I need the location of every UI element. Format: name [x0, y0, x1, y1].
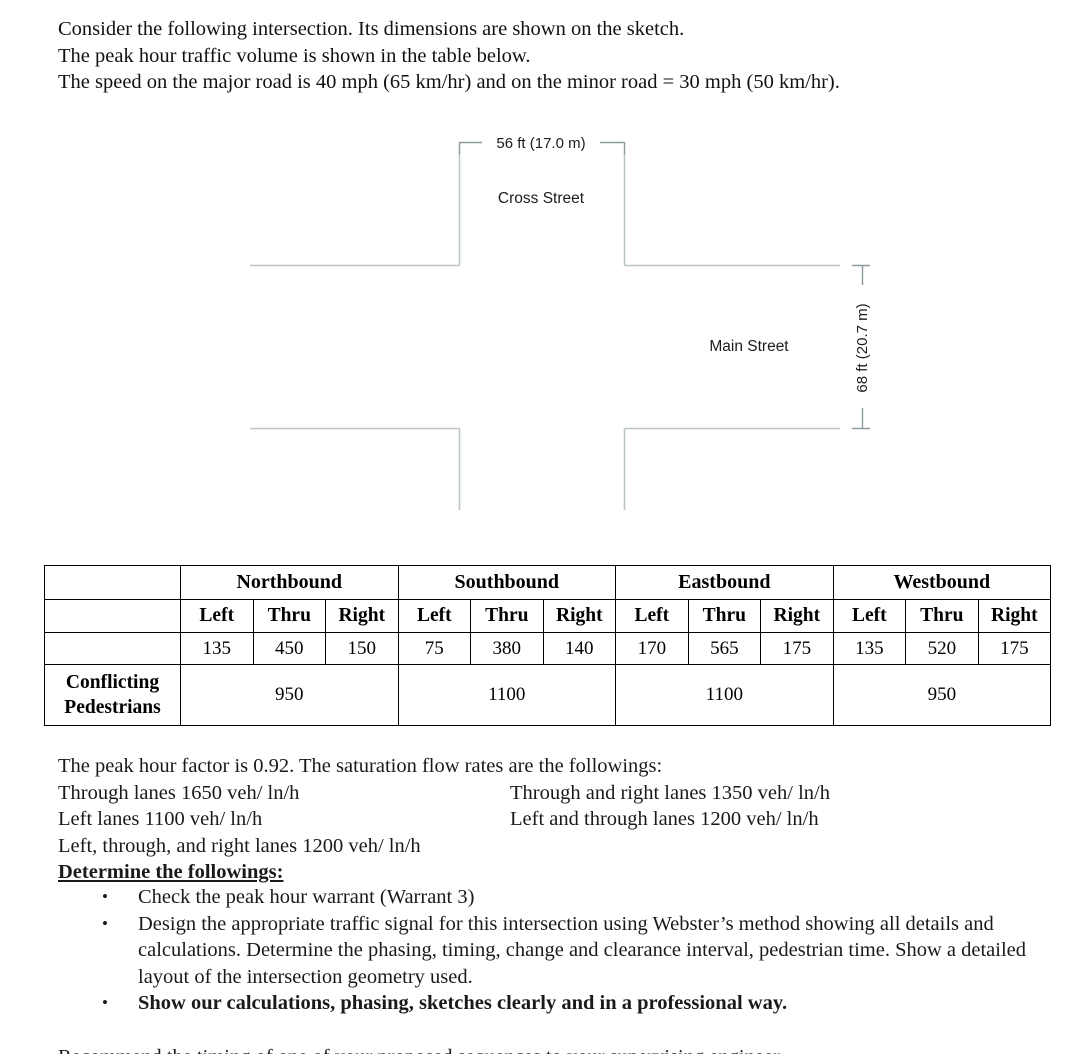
table-row-movements: Left Thru Right Left Thru Right Left Thr… [44, 599, 1052, 633]
movement-header-wb-thru: Thru [905, 599, 979, 633]
volume-wb-thru: 520 [905, 632, 979, 665]
volume-nb-thru: 450 [252, 632, 326, 665]
intro-line-2: The peak hour traffic volume is shown in… [58, 44, 531, 67]
conflicting-pedestrians-westbound: 950 [832, 664, 1052, 726]
movement-header-wb-right: Right [977, 599, 1052, 633]
movement-header-eb-left: Left [615, 599, 689, 633]
volume-sb-right: 140 [542, 632, 617, 665]
movement-header-nb-left: Left [180, 599, 254, 633]
list-item: • Show our calculations, phasing, sketch… [58, 990, 1058, 1017]
intersection-sketch: 56 ft (17.0 m) 68 ft (20.7 m) Cross Stre… [0, 120, 1080, 540]
intersection-sketch-svg: 56 ft (17.0 m) 68 ft (20.7 m) Cross Stre… [250, 135, 871, 510]
saturation-left-through-lanes: Left and through lanes 1200 veh/ ln/h [510, 808, 819, 830]
intro-line-1: Consider the following intersection. Its… [58, 18, 685, 40]
volume-wb-right: 175 [977, 632, 1052, 665]
volume-nb-right: 150 [325, 632, 399, 665]
bullet-icon: • [102, 993, 108, 1012]
saturation-row-2: Left lanes 1100 veh/ ln/h Left and throu… [58, 806, 1058, 833]
intro-paragraph: Consider the following intersection. Its… [58, 16, 1048, 96]
corner-cell-empty [44, 565, 181, 600]
movement-header-sb-thru: Thru [470, 599, 544, 633]
saturation-left-through-right-lanes: Left, through, and right lanes 1200 veh/… [58, 834, 421, 857]
volume-wb-left: 135 [832, 632, 907, 665]
movement-header-eb-thru: Thru [687, 599, 762, 633]
main-street-label: Main Street [709, 338, 789, 355]
volume-eb-thru: 565 [687, 632, 762, 665]
bullet-icon: • [102, 887, 108, 906]
movement-header-eb-right: Right [760, 599, 834, 633]
volume-sb-left: 75 [397, 632, 472, 665]
determine-heading-line: Determine the followings: [58, 859, 1058, 886]
direction-header-northbound: Northbound [180, 565, 399, 600]
peak-hour-factor-line: The peak hour factor is 0.92. The satura… [58, 755, 663, 777]
movement-header-wb-left: Left [832, 599, 907, 633]
requirements-list: • Check the peak hour warrant (Warrant 3… [58, 884, 1058, 1017]
intro-line-3: The speed on the major road is 40 mph (6… [58, 71, 840, 93]
volume-row-empty-cell [44, 632, 181, 665]
saturation-through-right-lanes: Through and right lanes 1350 veh/ ln/h [510, 781, 830, 804]
movement-header-nb-right: Right [325, 599, 399, 633]
bullet-icon: • [102, 913, 108, 933]
cut-off-text-line: Recommend the timing of one of your prop… [58, 1044, 1058, 1054]
conflicting-pedestrians-label-line1: Conflicting [65, 672, 160, 693]
volume-eb-right: 175 [760, 632, 834, 665]
direction-header-southbound: Southbound [397, 565, 617, 600]
volume-nb-left: 135 [180, 632, 254, 665]
list-item-text: Show our calculations, phasing, sketches… [138, 992, 788, 1014]
list-item-text: Check the peak hour warrant (Warrant 3) [138, 886, 475, 908]
direction-header-eastbound: Eastbound [615, 565, 834, 600]
conflicting-pedestrians-label-line2: Pedestrians [64, 697, 161, 718]
conflicting-pedestrians-northbound: 950 [180, 664, 399, 726]
saturation-through-lanes: Through lanes 1650 veh/ ln/h [58, 781, 300, 804]
volume-sb-thru: 380 [470, 632, 544, 665]
peak-hour-volume-table: Northbound Southbound Eastbound Westboun… [44, 565, 1052, 726]
saturation-left-lanes: Left lanes 1100 veh/ ln/h [58, 808, 263, 830]
movement-header-sb-left: Left [397, 599, 472, 633]
conflicting-pedestrians-eastbound: 1100 [615, 664, 834, 726]
movement-header-nb-thru: Thru [252, 599, 326, 633]
table-row-directions: Northbound Southbound Eastbound Westboun… [44, 565, 1052, 600]
list-item: • Design the appropriate traffic signal … [58, 911, 1058, 991]
cross-street-width-label: 56 ft (17.0 m) [496, 135, 585, 152]
volume-eb-left: 170 [615, 632, 689, 665]
conflicting-pedestrians-southbound: 1100 [397, 664, 617, 726]
conflicting-pedestrians-label: Conflicting Pedestrians [44, 664, 181, 726]
saturation-row-3: Left, through, and right lanes 1200 veh/… [58, 833, 1058, 860]
determine-heading: Determine the followings: [58, 861, 284, 883]
list-item-text: Design the appropriate traffic signal fo… [138, 912, 1027, 988]
movement-header-sb-right: Right [542, 599, 617, 633]
movement-row-empty-cell [44, 599, 181, 633]
direction-header-westbound: Westbound [832, 565, 1052, 600]
saturation-row-1: Through lanes 1650 veh/ ln/h Through and… [58, 780, 1058, 807]
main-street-width-label: 68 ft (20.7 m) [854, 303, 871, 392]
list-item: • Check the peak hour warrant (Warrant 3… [58, 884, 1058, 911]
table-row-conflicting-pedestrians: Conflicting Pedestrians 950 1100 1100 95… [44, 664, 1052, 726]
table-row-volumes: 135 450 150 75 380 140 170 565 175 135 5… [44, 632, 1052, 665]
cross-street-label: Cross Street [498, 190, 585, 207]
saturation-flow-block: The peak hour factor is 0.92. The satura… [58, 753, 1058, 886]
